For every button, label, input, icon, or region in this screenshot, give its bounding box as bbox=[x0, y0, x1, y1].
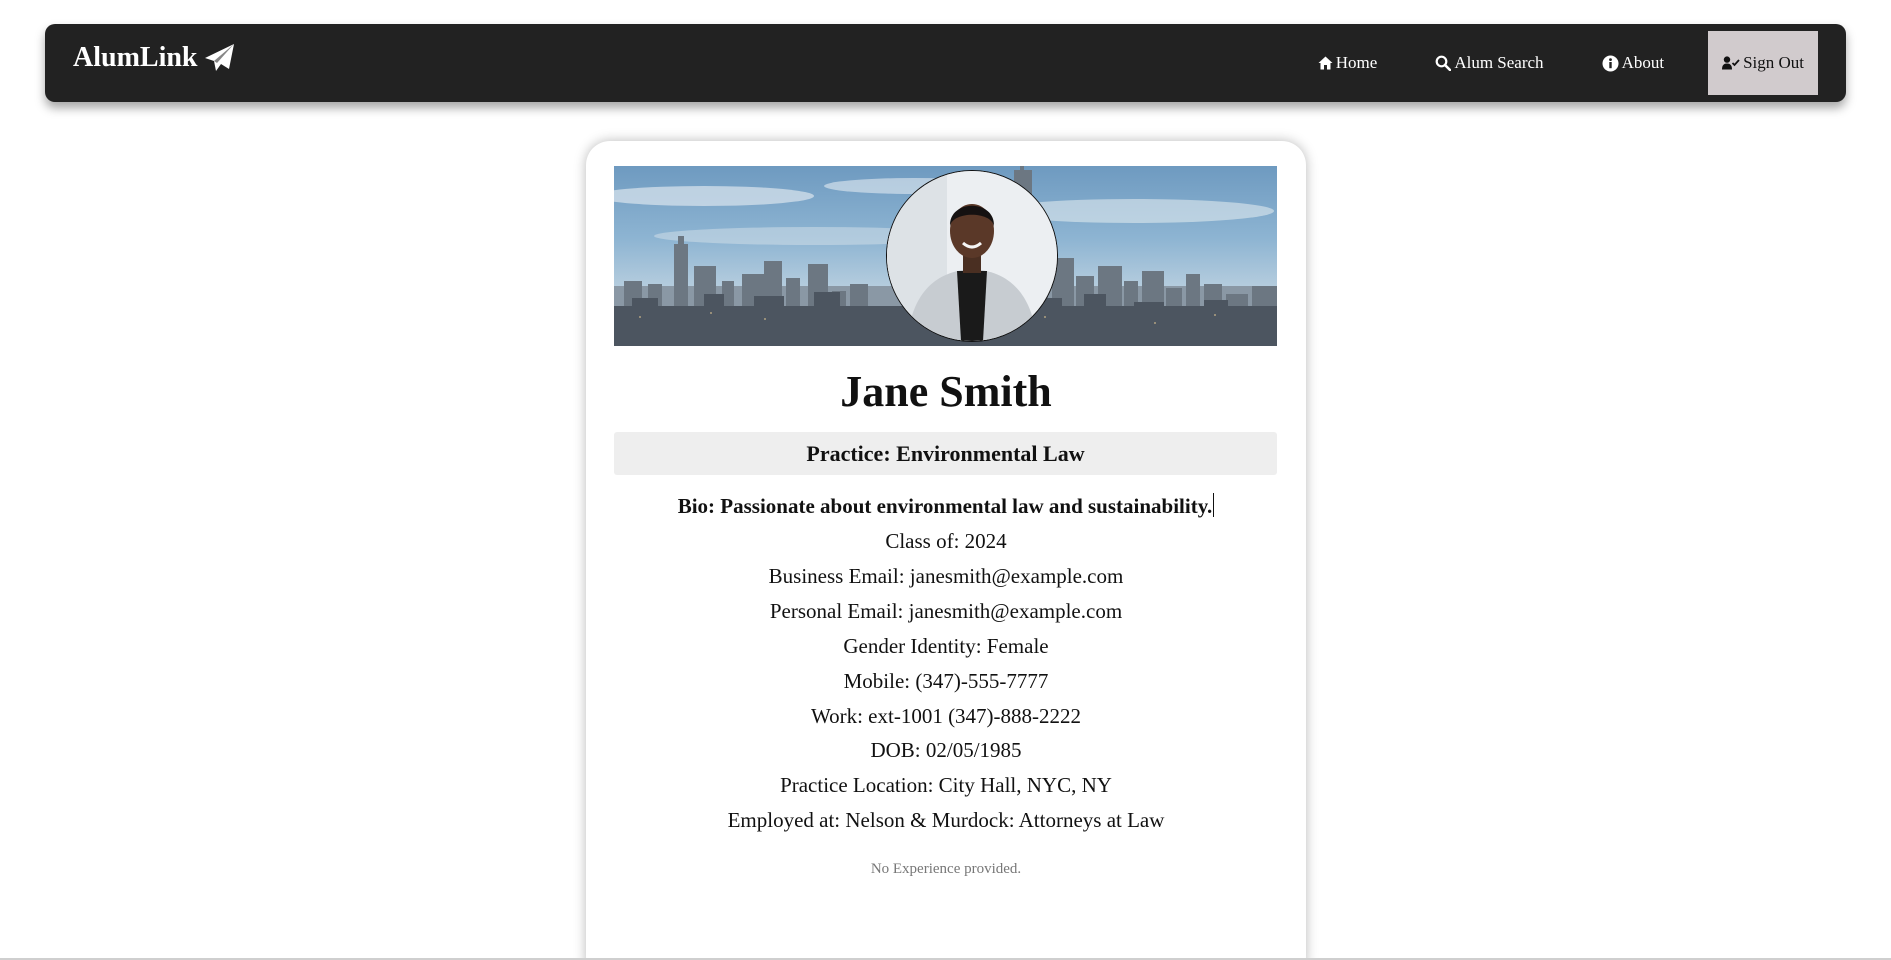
personal-email: Personal Email: janesmith@example.com bbox=[769, 599, 1123, 623]
profile-card: Jane Smith Practice: Environmental Law B… bbox=[586, 141, 1306, 960]
nav-sign-out-label: Sign Out bbox=[1743, 53, 1804, 72]
brand-name: AlumLink bbox=[73, 42, 198, 73]
practice-location: Practice Location: City Hall, NYC, NY bbox=[780, 773, 1112, 797]
bio-text: Bio: Passionate about environmental law … bbox=[677, 494, 1213, 518]
nav-about-label: About bbox=[1621, 53, 1665, 72]
profile-avatar bbox=[886, 170, 1058, 342]
text-cursor bbox=[1213, 493, 1215, 517]
profile-name: Jane Smith bbox=[840, 367, 1052, 416]
profile-page: AlumLink Home Alum Search About Sign Out… bbox=[0, 0, 1891, 960]
work-phone: Work: ext-1001 (347)-888-2222 bbox=[810, 704, 1082, 728]
profile-bio: Bio: Passionate about environmental law … bbox=[586, 490, 1306, 522]
nav-home-link[interactable]: Home bbox=[1304, 31, 1392, 95]
nav-home-label: Home bbox=[1335, 53, 1378, 72]
business-email: Business Email: janesmith@example.com bbox=[768, 564, 1124, 588]
search-icon bbox=[1435, 55, 1452, 71]
no-experience-message: No Experience provided. bbox=[870, 861, 1022, 877]
nav-links: Home Alum Search About Sign Out bbox=[1274, 31, 1818, 95]
nav-about-link[interactable]: About bbox=[1588, 31, 1679, 95]
info-icon bbox=[1602, 55, 1619, 72]
mobile-phone: Mobile: (347)-555-7777 bbox=[843, 669, 1049, 693]
top-navbar: AlumLink Home Alum Search About Sign Out bbox=[45, 24, 1846, 102]
date-of-birth: DOB: 02/05/1985 bbox=[870, 738, 1022, 762]
practice-area: Practice: Environmental Law bbox=[614, 432, 1277, 475]
gender-identity: Gender Identity: Female bbox=[843, 634, 1049, 658]
employer: Employed at: Nelson & Murdock: Attorneys… bbox=[727, 808, 1165, 832]
nav-sign-out-button[interactable]: Sign Out bbox=[1708, 31, 1818, 95]
cover-banner-image bbox=[614, 166, 1277, 346]
nav-alum-search-link[interactable]: Alum Search bbox=[1421, 31, 1557, 95]
class-year: Class of: 2024 bbox=[885, 529, 1007, 553]
home-icon bbox=[1318, 56, 1333, 70]
nav-alum-search-label: Alum Search bbox=[1454, 53, 1544, 72]
brand-logo[interactable]: AlumLink bbox=[73, 42, 236, 74]
user-check-icon bbox=[1722, 56, 1740, 70]
paper-plane-icon bbox=[204, 43, 236, 73]
